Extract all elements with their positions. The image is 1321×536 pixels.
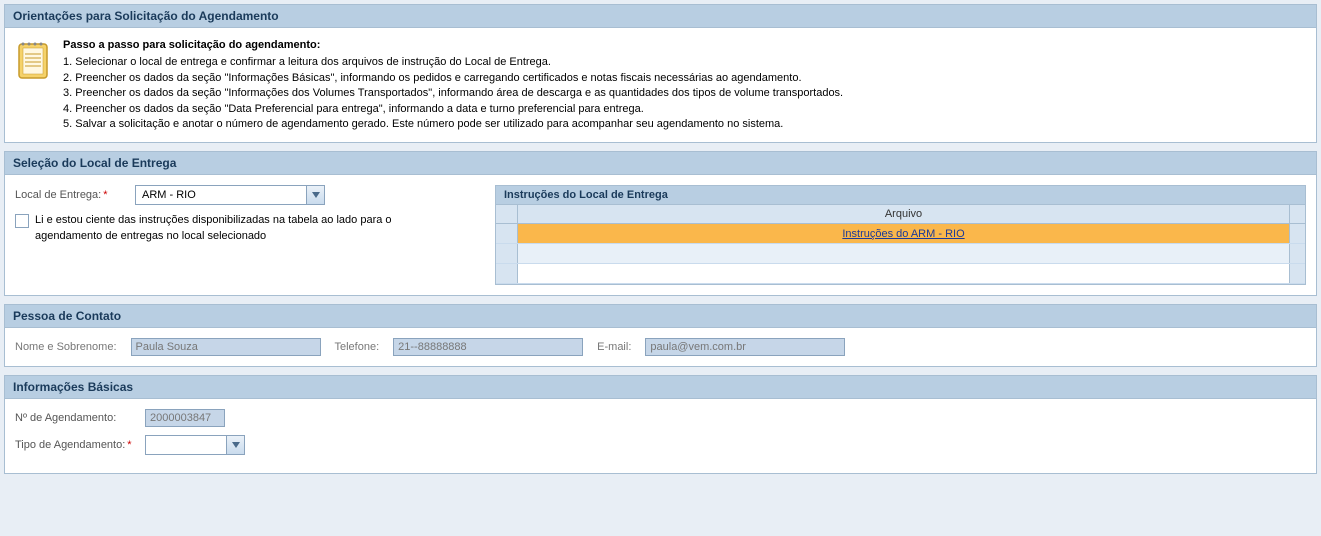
instructions-step: 1. Selecionar o local de entrega e confi… [63,55,843,70]
scroll-up-button[interactable] [1289,205,1305,223]
instructions-step: 3. Preencher os dados da seção "Informaç… [63,86,843,101]
local-entrega-value: ARM - RIO [136,189,306,201]
row-selector[interactable] [496,264,518,283]
panel-selecao-local: Seleção do Local de Entrega Local de Ent… [4,151,1317,296]
instructions-text: Passo a passo para solicitação do agenda… [63,38,843,132]
table-row[interactable]: Instruções do ARM - RIO [496,224,1305,244]
instructions-step: 2. Preencher os dados da seção "Informaç… [63,71,843,86]
panel-orientacoes-header: Orientações para Solicitação do Agendame… [5,5,1316,28]
scrollbar[interactable] [1289,224,1305,243]
instrucoes-link[interactable]: Instruções do ARM - RIO [842,228,964,240]
panel-pessoa-contato: Pessoa de Contato Nome e Sobrenome: Paul… [4,304,1317,367]
panel-orientacoes: Orientações para Solicitação do Agendame… [4,4,1317,143]
email-field: paula@vem.com.br [645,338,845,356]
grid-column-arquivo: Arquivo [518,205,1289,223]
instrucoes-checkbox[interactable] [15,214,29,228]
tipo-agendamento-label: Tipo de Agendamento:* [15,439,145,451]
num-agendamento-field: 2000003847 [145,409,225,427]
panel-basicas-header: Informações Básicas [5,376,1316,399]
row-selector[interactable] [496,244,518,263]
instrucoes-grid: Arquivo Instruções do ARM - RIO [495,204,1306,285]
table-row [496,244,1305,264]
dropdown-arrow-icon [306,186,324,204]
nome-label: Nome e Sobrenome: [15,341,117,353]
scroll-down-button[interactable] [1289,264,1305,283]
dropdown-arrow-icon [226,436,244,454]
table-row [496,264,1305,284]
instrucoes-grid-header: Instruções do Local de Entrega [495,185,1306,204]
instructions-step: 4. Preencher os dados da seção "Data Pre… [63,102,843,117]
telefone-field: 21--88888888 [393,338,583,356]
panel-selecao-header: Seleção do Local de Entrega [5,152,1316,175]
grid-corner [496,205,518,223]
notepad-icon [15,38,51,82]
tipo-agendamento-dropdown[interactable] [145,435,245,455]
num-agendamento-label: Nº de Agendamento: [15,412,145,424]
telefone-label: Telefone: [335,341,380,353]
panel-informacoes-basicas: Informações Básicas Nº de Agendamento: 2… [4,375,1317,474]
instrucoes-checkbox-label: Li e estou ciente das instruções disponi… [35,213,395,244]
instructions-step: 5. Salvar a solicitação e anotar o númer… [63,117,843,132]
panel-contato-header: Pessoa de Contato [5,305,1316,328]
email-label: E-mail: [597,341,631,353]
local-entrega-label: Local de Entrega:* [15,189,135,201]
row-selector[interactable] [496,224,518,243]
scrollbar[interactable] [1289,244,1305,263]
local-entrega-dropdown[interactable]: ARM - RIO [135,185,325,205]
instructions-title: Passo a passo para solicitação do agenda… [63,38,843,53]
nome-field: Paula Souza [131,338,321,356]
